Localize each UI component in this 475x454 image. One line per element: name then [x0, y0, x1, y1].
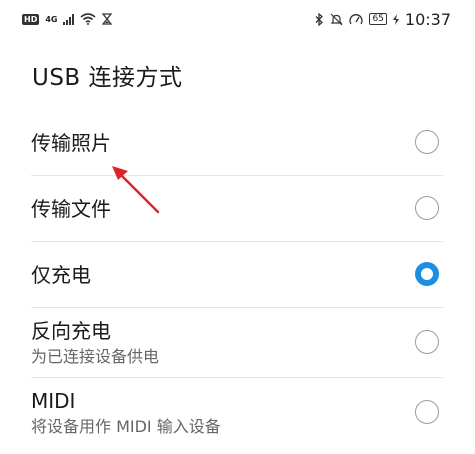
mute-icon — [330, 13, 343, 25]
option-midi[interactable]: MIDI 将设备用作 MIDI 输入设备 — [0, 378, 475, 448]
radio-button[interactable] — [415, 400, 439, 424]
usb-mode-list: 传输照片 传输文件 仅充电 反向充电 为已连接设备供电 MIDI 将设备用作 M… — [0, 110, 475, 448]
charging-icon — [392, 13, 399, 25]
option-label: 传输照片 — [31, 131, 111, 155]
radio-button[interactable] — [415, 330, 439, 354]
radio-button[interactable] — [415, 196, 439, 220]
hd-badge: HD — [22, 13, 40, 25]
option-description: 为已连接设备供电 — [31, 347, 160, 366]
option-label: 仅充电 — [31, 263, 91, 287]
radio-button-checked[interactable] — [415, 262, 439, 286]
option-transfer-photos[interactable]: 传输照片 — [0, 110, 475, 176]
option-charge-only[interactable]: 仅充电 — [0, 242, 475, 308]
status-right: 65 10:37 — [315, 10, 451, 29]
option-description: 将设备用作 MIDI 输入设备 — [31, 417, 221, 436]
bluetooth-icon — [315, 12, 324, 26]
speed-icon — [349, 14, 364, 25]
signal-icon — [63, 13, 75, 25]
hourglass-icon — [102, 13, 113, 25]
status-bar: HD 4G 65 10:37 — [0, 0, 475, 38]
clock: 10:37 — [404, 9, 451, 29]
option-transfer-files[interactable]: 传输文件 — [0, 176, 475, 242]
option-label: MIDI — [31, 389, 76, 413]
option-label: 传输文件 — [31, 197, 111, 221]
network-label: 4G — [45, 14, 58, 24]
option-label: 反向充电 — [31, 319, 111, 343]
page-title: USB 连接方式 — [32, 65, 183, 91]
radio-button[interactable] — [415, 130, 439, 154]
option-reverse-charging[interactable]: 反向充电 为已连接设备供电 — [0, 308, 475, 378]
wifi-icon — [80, 13, 97, 25]
status-left: HD 4G — [22, 13, 113, 25]
battery-indicator: 65 — [369, 13, 387, 25]
